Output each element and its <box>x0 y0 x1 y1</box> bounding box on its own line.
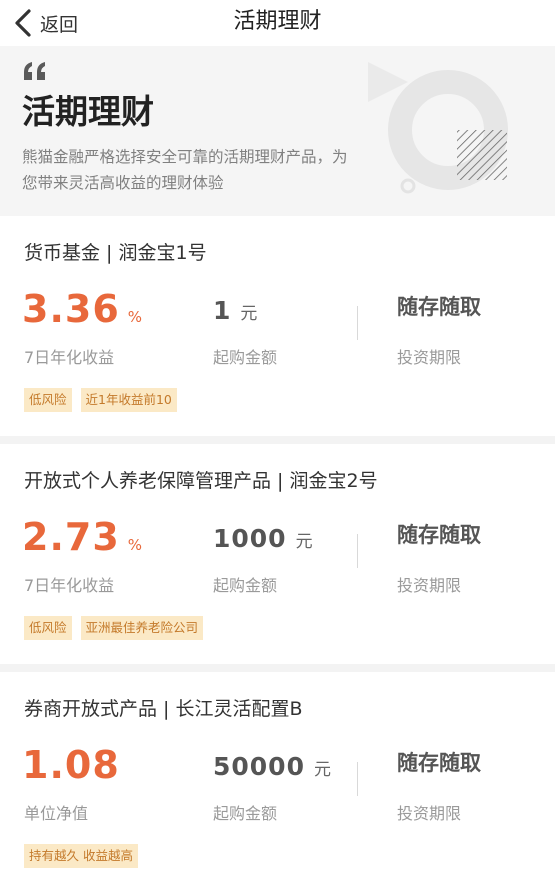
period-value: 随存随取 <box>397 751 481 775</box>
vertical-divider <box>357 306 358 340</box>
feature-tag: 近1年收益前10 <box>80 388 177 412</box>
amount-label: 起购金额 <box>213 348 278 367</box>
risk-tag: 低风险 <box>24 616 72 640</box>
amount-unit: 元 <box>240 304 258 324</box>
rate-value: 1.08 <box>22 742 120 788</box>
rate-label: 7日年化收益 <box>24 348 115 367</box>
card-separator <box>0 436 555 444</box>
amount-number: 1000 <box>213 524 287 553</box>
period-label: 投资期限 <box>397 576 462 595</box>
amount-number: 50000 <box>213 752 305 781</box>
amount-unit: 元 <box>313 760 331 780</box>
rate-unit: % <box>127 308 143 326</box>
hero-description: 熊猫金融严格选择安全可靠的活期理财产品，为您带来灵活高收益的理财体验 <box>22 148 348 192</box>
rate-number: 2.73 <box>22 515 120 559</box>
feature-tag: 亚洲最佳养老险公司 <box>80 616 204 640</box>
rate-value: 3.36 % <box>22 286 142 332</box>
tag-list: 低风险 近1年收益前10 <box>24 388 186 412</box>
vertical-divider <box>357 762 358 796</box>
product-title: 货币基金 | 润金宝1号 <box>24 242 207 264</box>
amount-value: 50000 元 <box>213 746 331 788</box>
amount-unit: 元 <box>295 532 313 552</box>
rate-unit: % <box>127 536 143 554</box>
decorative-graphic-icon <box>368 62 508 194</box>
rate-value: 2.73 % <box>22 514 142 560</box>
period-value: 随存随取 <box>397 295 481 319</box>
product-card-3[interactable]: 券商开放式产品 | 长江灵活配置B 1.08 单位净值 50000 元 起购金额… <box>0 672 555 870</box>
rate-label: 7日年化收益 <box>24 576 115 595</box>
amount-label: 起购金额 <box>213 576 278 595</box>
hero-banner: 活期理财 熊猫金融严格选择安全可靠的活期理财产品，为您带来灵活高收益的理财体验 <box>0 46 555 216</box>
tag-list: 持有越久 收益越高 <box>24 844 147 868</box>
period-value: 随存随取 <box>397 523 481 547</box>
period-label: 投资期限 <box>397 348 462 367</box>
card-separator <box>0 664 555 672</box>
product-title: 开放式个人养老保障管理产品 | 润金宝2号 <box>24 470 378 492</box>
risk-tag: 低风险 <box>24 388 72 412</box>
amount-value: 1000 元 <box>213 518 313 560</box>
nav-bar: 返回 活期理财 <box>0 0 555 46</box>
amount-number: 1 <box>213 296 232 325</box>
amount-value: 1 元 <box>213 290 257 332</box>
rate-number: 3.36 <box>22 287 120 331</box>
amount-label: 起购金额 <box>213 804 278 823</box>
feature-tag: 持有越久 收益越高 <box>24 844 138 868</box>
page-title: 活期理财 <box>233 9 322 34</box>
rate-number: 1.08 <box>22 743 120 787</box>
period-label: 投资期限 <box>397 804 462 823</box>
product-title: 券商开放式产品 | 长江灵活配置B <box>24 698 303 720</box>
hero-title: 活期理财 <box>22 92 154 131</box>
product-card-1[interactable]: 货币基金 | 润金宝1号 3.36 % 7日年化收益 1 元 起购金额 随存随取… <box>0 216 555 436</box>
rate-label: 单位净值 <box>24 804 89 823</box>
product-card-2[interactable]: 开放式个人养老保障管理产品 | 润金宝2号 2.73 % 7日年化收益 1000… <box>0 444 555 664</box>
vertical-divider <box>357 534 358 568</box>
quote-icon <box>24 62 45 80</box>
tag-list: 低风险 亚洲最佳养老险公司 <box>24 616 212 640</box>
